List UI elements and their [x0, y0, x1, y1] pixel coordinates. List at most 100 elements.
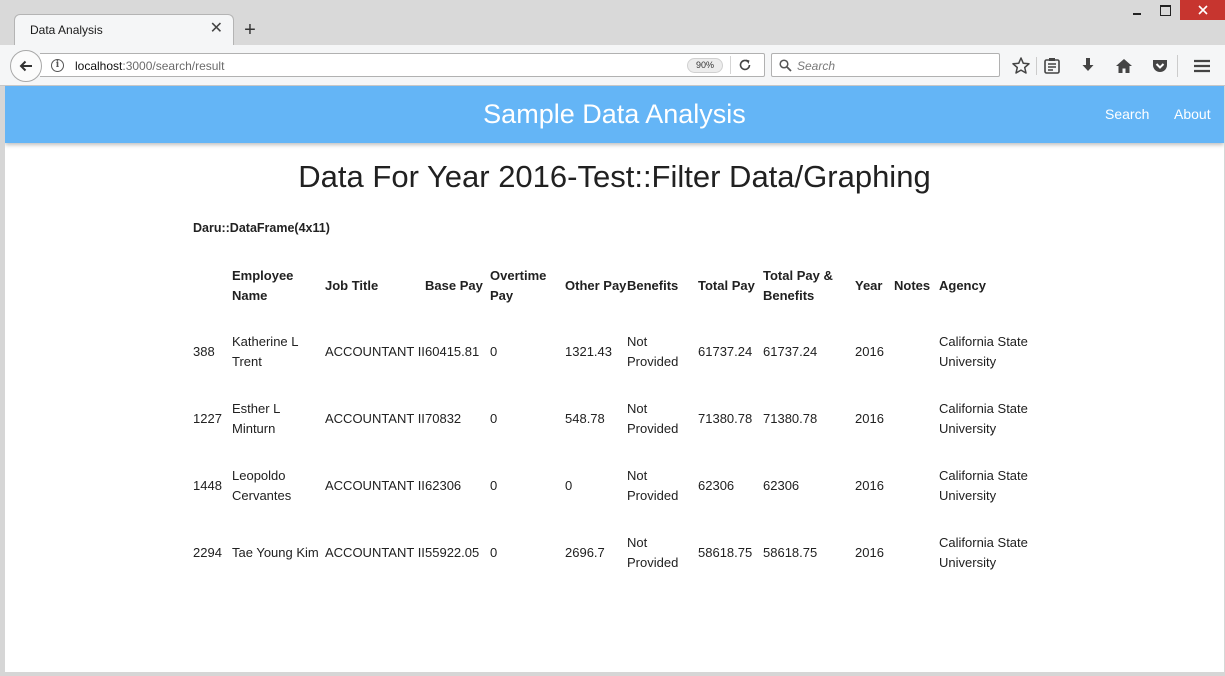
- back-button[interactable]: [10, 50, 42, 82]
- close-window-button[interactable]: [1180, 0, 1225, 20]
- table-cell: 0: [490, 410, 498, 426]
- table-cell: 61737.24: [698, 343, 753, 359]
- table-cell: 2294: [193, 544, 222, 560]
- table-cell: 58618.75: [698, 544, 753, 560]
- column-header: [193, 254, 232, 318]
- table-cell: California State University: [939, 467, 1028, 503]
- table-cell: Tae Young Kim: [232, 544, 319, 560]
- table-cell: 2016: [855, 544, 884, 560]
- column-header: Agency: [939, 278, 986, 293]
- column-header: Total Pay: [698, 278, 755, 293]
- toolbar-divider: [1177, 55, 1178, 77]
- nav-search-link[interactable]: Search: [1105, 106, 1149, 122]
- table-cell: ACCOUNTANT II: [325, 343, 425, 359]
- close-icon: [1198, 5, 1208, 15]
- column-header: Year: [855, 278, 883, 293]
- table-cell: [894, 519, 939, 586]
- bookmark-star-icon[interactable]: [1010, 55, 1032, 77]
- maximize-window-button[interactable]: [1154, 0, 1176, 20]
- table-cell: Not Provided: [627, 467, 679, 503]
- table-cell: 1321.43: [565, 343, 612, 359]
- table-row: 388 Katherine L Trent ACCOUNTANT II 6041…: [193, 318, 1049, 385]
- table-cell: Not Provided: [627, 534, 679, 570]
- download-icon[interactable]: [1077, 55, 1099, 77]
- table-cell: Not Provided: [627, 333, 679, 369]
- column-header: Job Title: [325, 278, 379, 293]
- zoom-level-badge[interactable]: 90%: [687, 58, 723, 73]
- table-cell: 2016: [855, 343, 884, 359]
- column-header: Other Pay: [565, 278, 627, 293]
- column-header: Notes: [894, 278, 931, 293]
- table-cell: ACCOUNTANT II: [325, 544, 425, 560]
- search-bar[interactable]: Search: [771, 53, 1000, 77]
- table-cell: 0: [490, 544, 498, 560]
- minimize-window-button[interactable]: [1126, 0, 1148, 20]
- search-icon: [779, 59, 792, 72]
- table-cell: Katherine L Trent: [232, 333, 299, 369]
- browser-tab[interactable]: Data Analysis ✕: [14, 14, 234, 46]
- column-header: Overtime Pay: [490, 268, 547, 303]
- reading-list-icon[interactable]: [1041, 55, 1063, 77]
- table-cell: 2016: [855, 410, 884, 426]
- nav-about-link[interactable]: About: [1174, 106, 1211, 122]
- new-tab-button[interactable]: +: [240, 18, 260, 42]
- table-cell: 0: [565, 477, 573, 493]
- close-tab-icon[interactable]: ✕: [210, 20, 223, 38]
- dataframe-label: Daru::DataFrame(4x11): [193, 221, 330, 235]
- table-cell: California State University: [939, 333, 1028, 369]
- table-cell: 70832: [425, 410, 462, 426]
- data-table: Employee Name Job Title Base Pay Overtim…: [193, 254, 1049, 586]
- pocket-icon[interactable]: [1149, 55, 1171, 77]
- column-header: Total Pay & Benefits: [763, 268, 833, 303]
- table-cell: 55922.05: [425, 544, 480, 560]
- table-cell: 58618.75: [763, 544, 818, 560]
- table-cell: 388: [193, 343, 215, 359]
- table-cell: 62306: [425, 477, 462, 493]
- column-header: Employee Name: [232, 268, 294, 303]
- table-cell: 61737.24: [763, 343, 818, 359]
- table-cell: [894, 318, 939, 385]
- browser-titlebar: Data Analysis ✕ +: [0, 0, 1225, 46]
- table-row: 1227 Esther L Minturn ACCOUNTANT II 7083…: [193, 385, 1049, 452]
- table-cell: 0: [490, 343, 498, 359]
- tab-title: Data Analysis: [30, 23, 103, 37]
- search-placeholder: Search: [797, 59, 836, 73]
- back-arrow-icon: [19, 60, 32, 72]
- toolbar-divider: [1036, 57, 1037, 75]
- home-icon[interactable]: [1113, 55, 1135, 77]
- table-row: 2294 Tae Young Kim ACCOUNTANT II 55922.0…: [193, 519, 1049, 586]
- table-cell: 548.78: [565, 410, 605, 426]
- app-brand[interactable]: Sample Data Analysis: [5, 99, 1224, 130]
- browser-navbar: i localhost:3000/search/result 90% Searc…: [0, 45, 1225, 86]
- page-viewport: Sample Data Analysis Search About Data F…: [5, 86, 1224, 672]
- table-cell: Leopoldo Cervantes: [232, 467, 292, 503]
- table-cell: California State University: [939, 400, 1028, 436]
- url-text[interactable]: localhost:3000/search/result: [75, 59, 224, 73]
- table-cell: 62306: [763, 477, 800, 493]
- table-header-row: Employee Name Job Title Base Pay Overtim…: [193, 254, 1049, 318]
- page-title: Data For Year 2016-Test::Filter Data/Gra…: [298, 159, 931, 194]
- table-cell: 2016: [855, 477, 884, 493]
- table-cell: 2696.7: [565, 544, 605, 560]
- table-cell: 1227: [193, 410, 222, 426]
- column-header: Base Pay: [425, 278, 483, 293]
- table-cell: California State University: [939, 534, 1028, 570]
- table-cell: [894, 385, 939, 452]
- table-cell: ACCOUNTANT II: [325, 477, 425, 493]
- table-cell: 71380.78: [763, 410, 818, 426]
- table-cell: Esther L Minturn: [232, 400, 280, 436]
- table-cell: 0: [490, 477, 498, 493]
- info-icon[interactable]: i: [51, 59, 64, 72]
- table-cell: [894, 452, 939, 519]
- table-cell: ACCOUNTANT II: [325, 410, 425, 426]
- url-divider: [730, 56, 731, 74]
- table-cell: 71380.78: [698, 410, 753, 426]
- url-bar[interactable]: i localhost:3000/search/result 90%: [40, 53, 765, 77]
- table-cell: 60415.81: [425, 343, 480, 359]
- menu-hamburger-icon[interactable]: [1191, 55, 1213, 77]
- table-row: 1448 Leopoldo Cervantes ACCOUNTANT II 62…: [193, 452, 1049, 519]
- table-cell: Not Provided: [627, 400, 679, 436]
- table-cell: 62306: [698, 477, 735, 493]
- reload-icon[interactable]: [738, 58, 752, 72]
- column-header: Benefits: [627, 278, 679, 293]
